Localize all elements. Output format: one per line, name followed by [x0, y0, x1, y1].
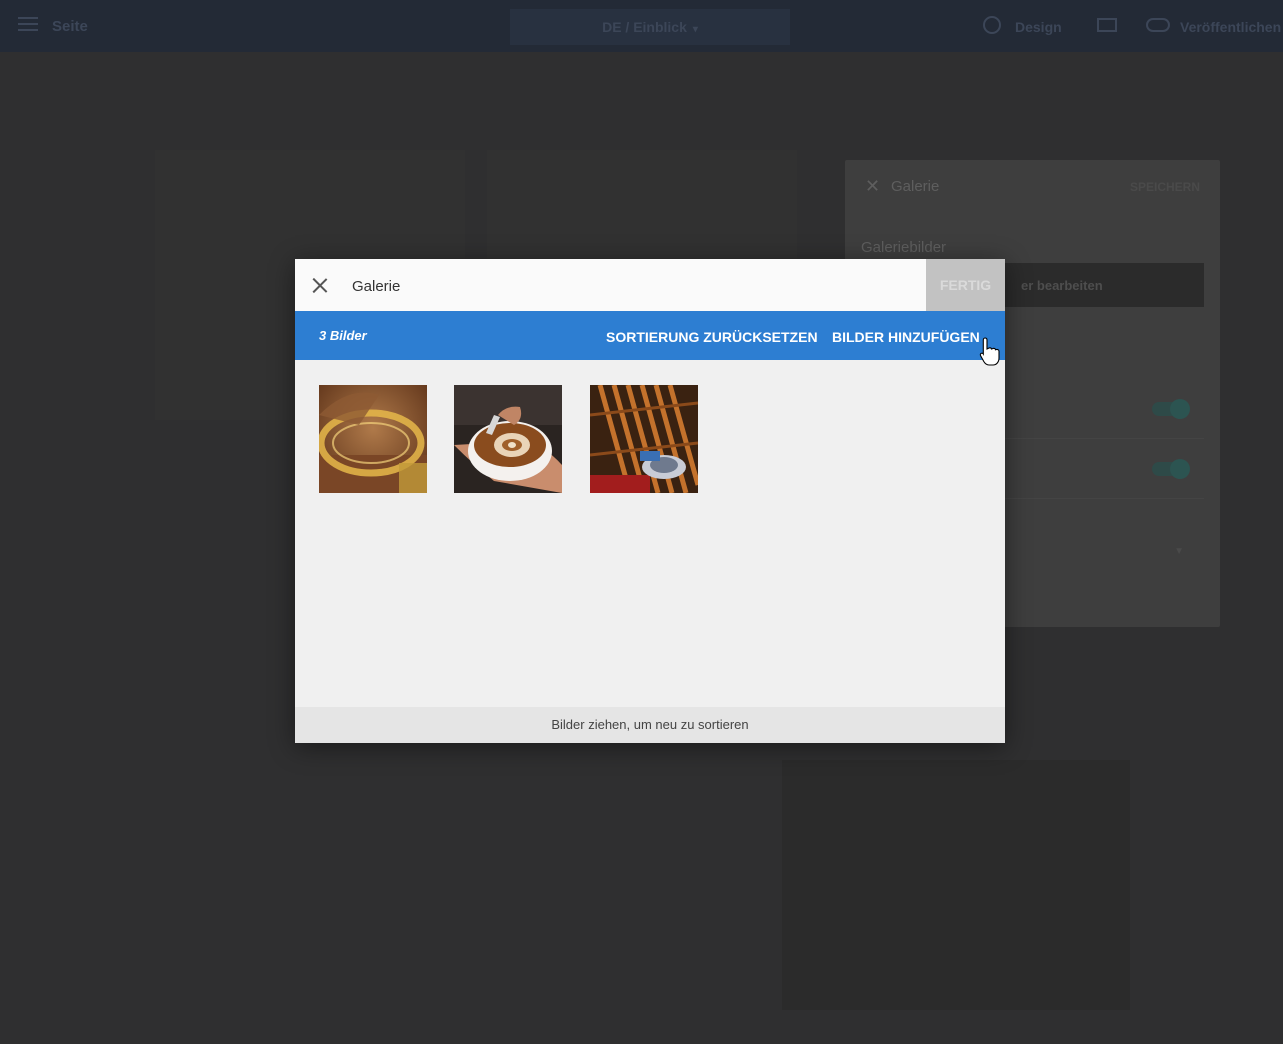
dialog-toolbar: 3 Bilder SORTIERUNG ZURÜCKSETZEN BILDER …	[295, 311, 1005, 360]
done-button[interactable]: FERTIG	[926, 259, 1005, 311]
gallery-images-label: Galeriebilder	[861, 239, 947, 256]
palette-icon[interactable]	[983, 16, 1001, 34]
menu-icon[interactable]	[18, 17, 38, 35]
reset-sort-button[interactable]: SORTIERUNG ZURÜCKSETZEN	[606, 329, 818, 345]
language-page-selector[interactable]: DE / Einblick ▾	[510, 9, 790, 45]
devices-icon[interactable]	[1097, 18, 1117, 32]
close-icon[interactable]: ✕	[865, 176, 880, 197]
edit-images-label: er bearbeiten	[1021, 278, 1103, 293]
design-button[interactable]: Design	[1015, 19, 1062, 35]
chevron-down-icon: ▾	[692, 24, 698, 35]
background-page-image	[782, 760, 1130, 1010]
page-menu-label[interactable]: Seite	[52, 18, 88, 35]
toggle-switch[interactable]	[1152, 399, 1190, 419]
close-icon[interactable]	[311, 276, 329, 294]
reorder-hint: Bilder ziehen, um neu zu sortieren	[295, 707, 1005, 743]
save-button[interactable]: SPEICHERN	[1130, 180, 1200, 194]
dialog-header: Galerie FERTIG	[295, 259, 1005, 311]
hand-pointer-icon	[979, 337, 1000, 366]
gallery-thumbnail-cocoa-powder[interactable]	[319, 385, 427, 493]
toggle-switch[interactable]	[1152, 459, 1190, 479]
gallery-thumbnail-latte-art[interactable]	[454, 385, 562, 493]
image-count: 3 Bilder	[319, 328, 367, 343]
gallery-dialog: Galerie FERTIG 3 Bilder SORTIERUNG ZURÜC…	[295, 259, 1005, 743]
add-images-button[interactable]: BILDER HINZUFÜGEN	[832, 329, 980, 345]
gallery-thumbnail-bench-with-cup[interactable]	[590, 385, 698, 493]
language-page-label: DE / Einblick	[602, 19, 687, 35]
cloud-upload-icon[interactable]	[1146, 18, 1170, 32]
publish-button[interactable]: Veröffentlichen	[1180, 19, 1281, 35]
dialog-title: Galerie	[352, 278, 401, 295]
chevron-down-icon[interactable]: ▼	[1174, 546, 1184, 557]
top-bar: Seite DE / Einblick ▾ Design Veröffentlic…	[0, 0, 1283, 52]
panel-title: Galerie	[891, 178, 940, 195]
